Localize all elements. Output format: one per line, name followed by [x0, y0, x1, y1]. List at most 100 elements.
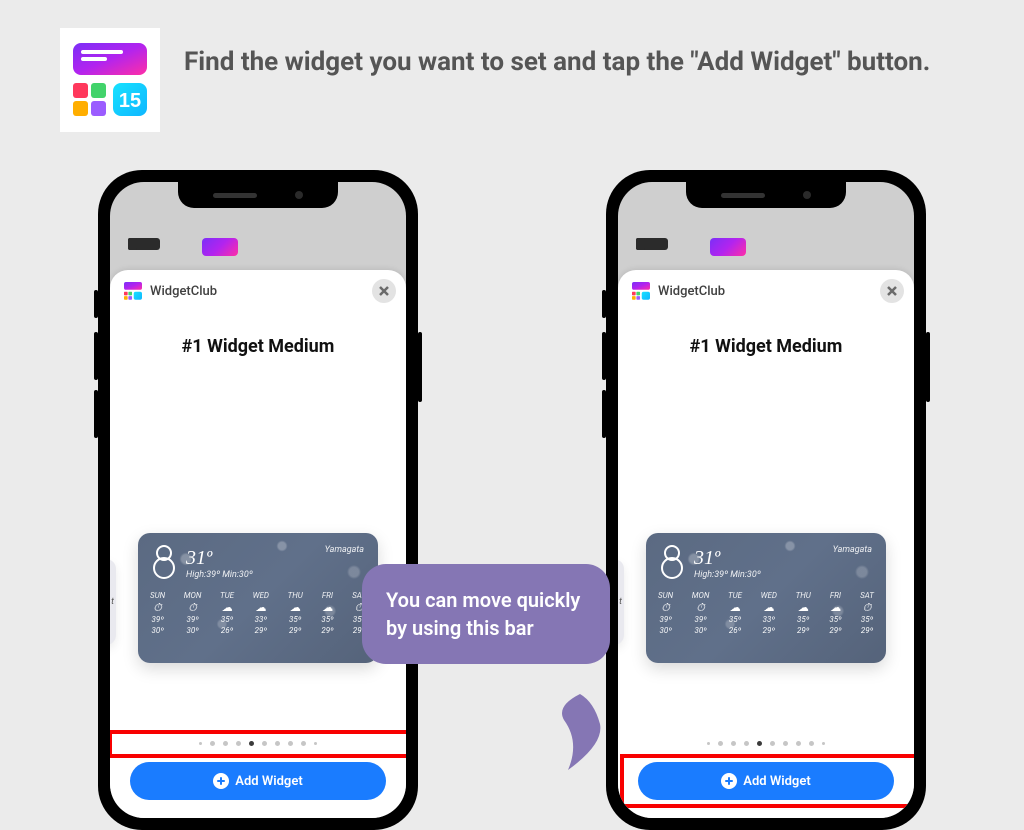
forecast-abbr: THU	[796, 591, 811, 600]
forecast-high: 39º	[659, 615, 671, 624]
forecast-abbr: SUN	[150, 591, 165, 600]
weather-forecast-row: SUN ⏱ 39º 30º MON ⏱ 39º 30º TUE ☁ 35º 26…	[150, 591, 366, 635]
page-dot[interactable]	[210, 741, 215, 746]
homescreen-background	[636, 238, 746, 256]
page-dot[interactable]	[770, 741, 775, 746]
weather-forecast-row: SUN ⏱ 39º 30º MON ⏱ 39º 30º TUE ☁ 35º 26…	[658, 591, 874, 635]
forecast-low: 30º	[659, 626, 671, 635]
widget-preview-carousel[interactable]: t 31º High:39º Min:30º Yamagata	[618, 361, 914, 818]
page-dot[interactable]	[199, 742, 202, 745]
widget-title: #1 Widget Medium	[618, 312, 914, 361]
weather-location: Yamagata	[833, 545, 872, 555]
add-widget-button[interactable]: Add Widget	[638, 762, 894, 800]
add-widget-button[interactable]: Add Widget	[130, 762, 386, 800]
page-dot[interactable]	[223, 741, 228, 746]
weather-hilo: High:39º Min:30º	[186, 570, 253, 580]
page-dot[interactable]	[314, 742, 317, 745]
forecast-low: 29º	[797, 626, 809, 635]
page-dot[interactable]	[783, 741, 788, 746]
page-dot[interactable]	[275, 741, 280, 746]
page-indicator-bar[interactable]	[618, 741, 914, 746]
forecast-day: MON ⏱ 39º 30º	[692, 591, 710, 635]
page-dot[interactable]	[757, 741, 762, 746]
prev-widget-peek[interactable]: t	[618, 559, 624, 645]
forecast-abbr: MON	[184, 591, 202, 600]
forecast-cond-icon: ⏱	[661, 602, 670, 613]
close-button[interactable]	[880, 279, 904, 303]
forecast-high: 35º	[729, 615, 741, 624]
forecast-high: 39º	[151, 615, 163, 624]
page-dot[interactable]	[707, 742, 710, 745]
forecast-high: 39º	[694, 615, 706, 624]
forecast-cond-icon: ☁	[222, 602, 233, 613]
forecast-high: 35º	[221, 615, 233, 624]
forecast-day: FRI ☁ 35º 29º	[321, 591, 333, 635]
page-dot[interactable]	[249, 741, 254, 746]
page-dot[interactable]	[262, 741, 267, 746]
page-dot[interactable]	[718, 741, 723, 746]
page-dot[interactable]	[744, 741, 749, 746]
forecast-day: MON ⏱ 39º 30º	[184, 591, 202, 635]
forecast-abbr: FRI	[322, 591, 333, 600]
instruction-text: Find the widget you want to set and tap …	[184, 28, 930, 82]
close-icon	[887, 286, 897, 296]
weather-widget-preview[interactable]: 31º High:39º Min:30º Yamagata SUN ⏱ 39º …	[138, 533, 378, 663]
forecast-high: 33º	[255, 615, 267, 624]
forecast-abbr: TUE	[220, 591, 234, 600]
page-dot[interactable]	[822, 742, 825, 745]
phone-left: WidgetClub #1 Widget Medium t	[98, 170, 418, 830]
snowman-icon	[150, 543, 178, 583]
page-dot[interactable]	[288, 741, 293, 746]
weather-temp: 31º	[186, 547, 253, 570]
page-dot[interactable]	[236, 741, 241, 746]
forecast-cond-icon: ☁	[255, 602, 266, 613]
weather-widget-preview[interactable]: 31º High:39º Min:30º Yamagata SUN ⏱ 39º …	[646, 533, 886, 663]
forecast-day: TUE ☁ 35º 26º	[728, 591, 742, 635]
forecast-cond-icon: ⏱	[188, 602, 197, 613]
forecast-cond-icon: ☁	[322, 602, 333, 613]
forecast-low: 29º	[861, 626, 873, 635]
forecast-abbr: MON	[692, 591, 710, 600]
forecast-day: THU ☁ 35º 29º	[796, 591, 811, 635]
prev-widget-peek[interactable]: t	[110, 559, 116, 645]
widgetclub-logo-icon: 15	[73, 43, 147, 117]
add-widget-label: Add Widget	[235, 774, 302, 789]
forecast-high: 33º	[763, 615, 775, 624]
weather-hilo: High:39º Min:30º	[694, 570, 761, 580]
close-icon	[379, 286, 389, 296]
forecast-abbr: SUN	[658, 591, 673, 600]
forecast-day: WED ☁ 33º 29º	[761, 591, 777, 635]
forecast-abbr: SAT	[860, 591, 874, 600]
phone-notch	[178, 182, 338, 208]
plus-circle-icon	[213, 773, 229, 789]
forecast-cond-icon: ⏱	[863, 602, 872, 613]
snowman-icon	[658, 543, 686, 583]
plus-circle-icon	[721, 773, 737, 789]
phone-right: WidgetClub #1 Widget Medium t	[606, 170, 926, 830]
forecast-low: 26º	[729, 626, 741, 635]
close-button[interactable]	[372, 279, 396, 303]
forecast-cond-icon: ⏱	[696, 602, 705, 613]
forecast-day: SUN ⏱ 39º 30º	[658, 591, 673, 635]
page-dot[interactable]	[809, 741, 814, 746]
page-dot[interactable]	[301, 741, 306, 746]
page-dot[interactable]	[796, 741, 801, 746]
sheet-app-name: WidgetClub	[658, 284, 725, 299]
forecast-abbr: WED	[253, 591, 269, 600]
forecast-high: 35º	[861, 615, 873, 624]
forecast-high: 39º	[186, 615, 198, 624]
weather-temp: 31º	[694, 547, 761, 570]
page-dot[interactable]	[731, 741, 736, 746]
forecast-day: WED ☁ 33º 29º	[253, 591, 269, 635]
widgetclub-app-icon: 15	[60, 28, 160, 132]
forecast-abbr: TUE	[728, 591, 742, 600]
add-widget-label: Add Widget	[743, 774, 810, 789]
forecast-low: 30º	[694, 626, 706, 635]
page-indicator-bar[interactable]	[110, 741, 406, 746]
forecast-cond-icon: ☁	[830, 602, 841, 613]
homescreen-background	[128, 238, 238, 256]
forecast-day: SUN ⏱ 39º 30º	[150, 591, 165, 635]
forecast-cond-icon: ☁	[290, 602, 301, 613]
weather-location: Yamagata	[325, 545, 364, 555]
forecast-cond-icon: ☁	[798, 602, 809, 613]
